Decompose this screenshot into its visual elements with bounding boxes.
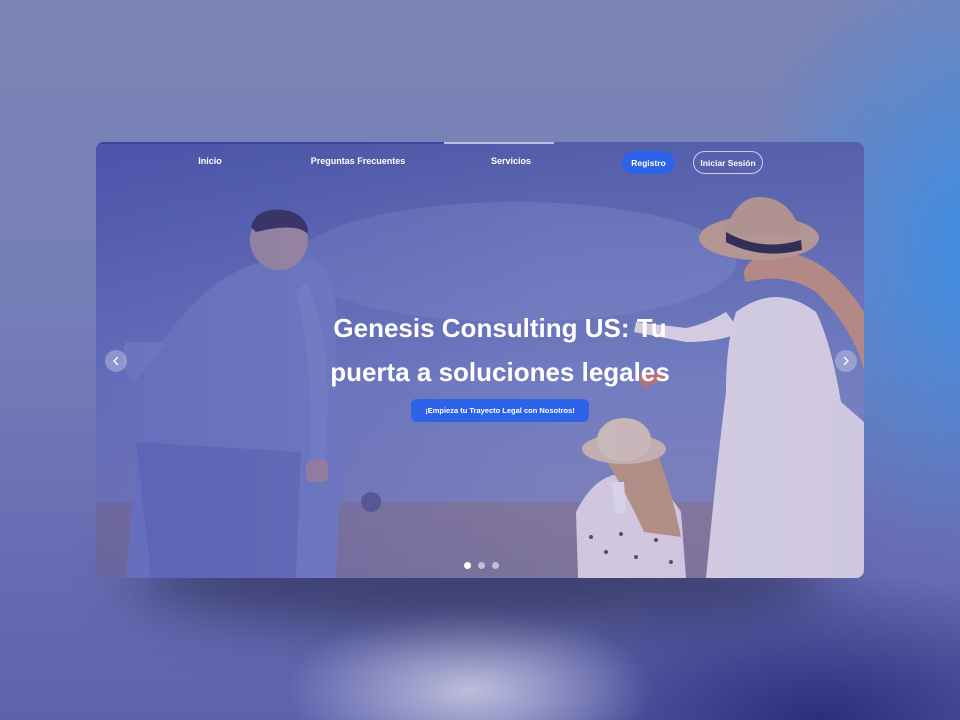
hero-headline-line-2: puerta a soluciones legales xyxy=(330,357,670,387)
carousel-next-button[interactable] xyxy=(835,350,857,372)
hero-headline-line-1: Genesis Consulting US: Tu xyxy=(333,313,667,343)
cta-button[interactable]: ¡Empieza tu Trayecto Legal con Nosotros! xyxy=(411,399,589,422)
nav-link-servicios[interactable]: Servicios xyxy=(491,156,531,166)
hero-headline: Genesis Consulting US: Tu puerta a soluc… xyxy=(290,306,710,394)
hero-carousel: Inicio Preguntas Frecuentes Servicios Re… xyxy=(96,142,864,578)
nav-link-inicio[interactable]: Inicio xyxy=(198,156,222,166)
top-nav: Inicio Preguntas Frecuentes Servicios Re… xyxy=(96,142,864,184)
carousel-dot-3[interactable] xyxy=(492,562,499,569)
chevron-left-icon xyxy=(113,356,119,366)
nav-link-preguntas-frecuentes[interactable]: Preguntas Frecuentes xyxy=(311,156,406,166)
carousel-prev-button[interactable] xyxy=(105,350,127,372)
carousel-indicators xyxy=(464,562,499,569)
carousel-dot-2[interactable] xyxy=(478,562,485,569)
login-button[interactable]: Iniciar Sesión xyxy=(693,151,763,174)
chevron-right-icon xyxy=(843,356,849,366)
register-button[interactable]: Registro xyxy=(622,151,675,174)
carousel-dot-1[interactable] xyxy=(464,562,471,569)
